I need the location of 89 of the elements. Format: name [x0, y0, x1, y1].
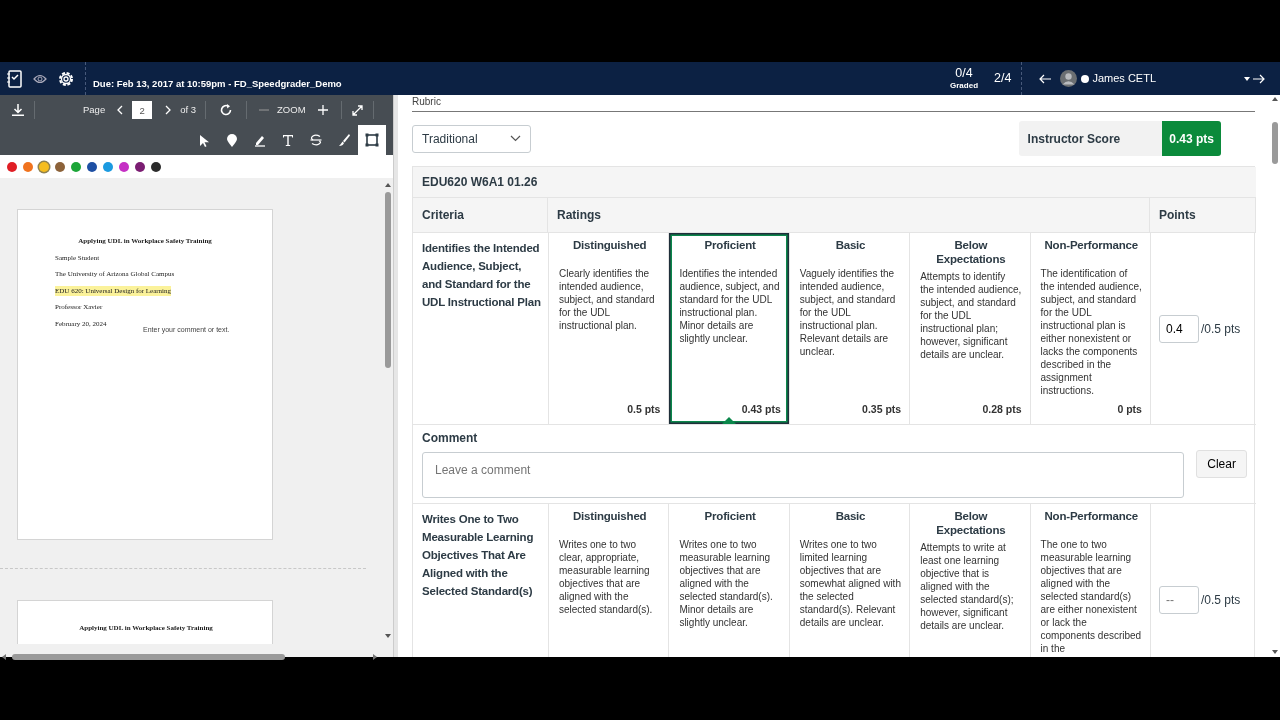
- zoom-in-icon[interactable]: [317, 105, 328, 115]
- rating-description: The one to two measurable learning objectives that are aligned with the selected standard(s) are either nonexistent or lack the components described in the: [1040, 538, 1142, 655]
- rating-title: Proficient: [703, 510, 757, 524]
- rating-title: Distinguished: [571, 239, 648, 253]
- rating-description: Writes one to two clear, appropriate, measurable learning objectives that are aligned with the selected standard(s).: [559, 538, 654, 616]
- rating-title: Proficient: [703, 239, 757, 253]
- rating-description: Attempts to identify the intended audience, subject, and standard for the UDL instructional plan; however, significant details are unclear.: [920, 270, 1022, 361]
- expand-icon[interactable]: [351, 104, 363, 116]
- color-swatch[interactable]: [23, 161, 33, 172]
- color-swatch[interactable]: [135, 161, 145, 172]
- rating-option[interactable]: [1029, 232, 1150, 424]
- rating-title: Below Expectations: [935, 239, 1007, 266]
- score-label: Instructor Score: [1026, 130, 1122, 148]
- rating-title: Basic: [834, 510, 867, 524]
- score-value: 0.43 pts: [1162, 121, 1221, 156]
- comment-field[interactable]: Leave a comment: [422, 452, 1185, 498]
- caret-icon[interactable]: [1244, 76, 1250, 81]
- clear-button[interactable]: Clear: [1196, 450, 1247, 478]
- color-swatch[interactable]: [103, 161, 113, 172]
- column-header: Ratings: [548, 198, 1150, 232]
- strikethrough-icon: [309, 133, 323, 147]
- student-name[interactable]: James CETL: [1092, 70, 1156, 87]
- rating-title: Non-Performance: [1043, 239, 1139, 253]
- rating-title: Basic: [834, 239, 867, 253]
- view-dropdown[interactable]: Traditional: [412, 124, 531, 153]
- brush-icon: [337, 133, 351, 147]
- rating-title: Distinguished: [571, 510, 648, 524]
- area-select-icon: [365, 133, 379, 147]
- student-position: 2/4: [994, 62, 1023, 95]
- points-possible: /0.5 pts: [1200, 320, 1241, 338]
- rating-option[interactable]: Distinguished Clearly identifies the intended audience, subject, and standard for the UDL instructional plan. 0.5 pts: [548, 232, 669, 424]
- page-label: Page: [83, 102, 106, 117]
- rating-description: Vaguely identifies the intended audience, subject, and standard for the UDL instructional plan. Relevant details are unclear.: [799, 267, 897, 358]
- color-swatch[interactable]: [119, 161, 129, 172]
- rating-description: The identification of the intended audience, subject, and standard for the UDL instructional plan is either nonexistent or lacks the components described in the assignment instructions.: [1040, 267, 1142, 397]
- color-swatch[interactable]: [87, 161, 97, 172]
- graded-count: 0/4: [955, 66, 973, 80]
- pointer-icon: [197, 133, 211, 147]
- rating-points: 0 pts: [1116, 402, 1142, 418]
- download-icon[interactable]: [12, 104, 24, 116]
- text-tool-icon: [281, 133, 295, 147]
- rating-description: Writes one to two limited learning objectives that are somewhat aligned with the selected standard(s). Relevant details are unclear.: [799, 538, 902, 629]
- page-number-field[interactable]: 2: [132, 101, 153, 119]
- graded-label: Graded: [950, 82, 979, 91]
- page-total: of 3: [180, 102, 197, 117]
- score-field[interactable]: --: [1158, 585, 1199, 614]
- rating-points: 0.35 pts: [861, 402, 902, 418]
- due-date-text: Due: Feb 13, 2017 at 10:59pm - FD_Speedgrader_Demo: [92, 76, 342, 91]
- column-header: Points: [1149, 198, 1256, 232]
- rating-points: 0.43 pts: [740, 402, 781, 418]
- rating-title: Non-Performance: [1043, 510, 1139, 524]
- back-arrow-icon[interactable]: [1038, 73, 1053, 84]
- rating-option[interactable]: Below Expectations Attempts to identify the intended audience, subject, and standard for the UDL instructional plan; however, significant details are unclear. 0.28 pts: [909, 232, 1030, 424]
- next-page-icon[interactable]: [165, 105, 172, 115]
- comment-label: Comment: [422, 430, 479, 447]
- status-dot-icon: [1081, 74, 1090, 83]
- rating-points: 0.28 pts: [981, 402, 1022, 418]
- zoom-label: ZOOM: [277, 102, 306, 117]
- points-possible: /0.5 pts: [1200, 591, 1241, 609]
- color-swatch[interactable]: [39, 161, 49, 172]
- rating-title: Below Expectations: [935, 510, 1007, 537]
- score-field[interactable]: 0.4: [1158, 314, 1199, 343]
- forward-arrow-icon[interactable]: [1252, 73, 1266, 84]
- rotate-icon[interactable]: [220, 104, 233, 116]
- color-swatch[interactable]: [151, 161, 161, 172]
- gradebook-icon[interactable]: [7, 69, 23, 88]
- previous-page-icon[interactable]: [117, 105, 124, 115]
- rating-points: 0.5 pts: [626, 402, 661, 418]
- eye-icon[interactable]: [33, 73, 47, 84]
- rating-description: Identifies the intended audience, subject, and standard for the UDL instructional plan. Minor details are slightly unclear.: [679, 267, 781, 345]
- map-pin-icon: [225, 133, 239, 147]
- rating-description: Attempts to write at least one learning objective that is aligned with the selected standard(s); however, significant details are unclear.: [920, 541, 1015, 632]
- color-swatch[interactable]: [71, 161, 81, 172]
- settings-icon[interactable]: [57, 69, 75, 88]
- rubric-title: EDU620 W6A1 01.26: [413, 167, 1256, 198]
- selected-marker-icon: [722, 417, 737, 424]
- rating-description: Clearly identifies the intended audience, subject, and standard for the UDL instructional plan.: [559, 267, 656, 332]
- column-header: Criteria: [413, 198, 548, 232]
- tool-button[interactable]: [358, 125, 386, 155]
- color-swatch[interactable]: [7, 161, 17, 172]
- color-swatch[interactable]: [55, 161, 65, 172]
- avatar: [1060, 70, 1078, 87]
- chevron-down-icon: [510, 135, 521, 142]
- rating-option[interactable]: Proficient Identifies the intended audience, subject, and standard for the UDL instructional plan. Minor details are slightly unclear. 0.43 pts: [668, 232, 789, 424]
- criterion-title: Identifies the Intended Audience, Subject, and Standard for the UDL Instructional Plan: [413, 232, 548, 424]
- rating-option[interactable]: Basic Vaguely identifies the intended audience, subject, and standard for the UDL instructional plan. Relevant details are unclear. 0.35 pts: [788, 232, 910, 424]
- rating-description: Writes one to two measurable learning objectives that are aligned with the selected standard(s). Minor details are slightly unclear.: [679, 538, 774, 629]
- rubric-heading: Rubric: [412, 96, 1255, 112]
- highlighter-icon: [253, 133, 267, 147]
